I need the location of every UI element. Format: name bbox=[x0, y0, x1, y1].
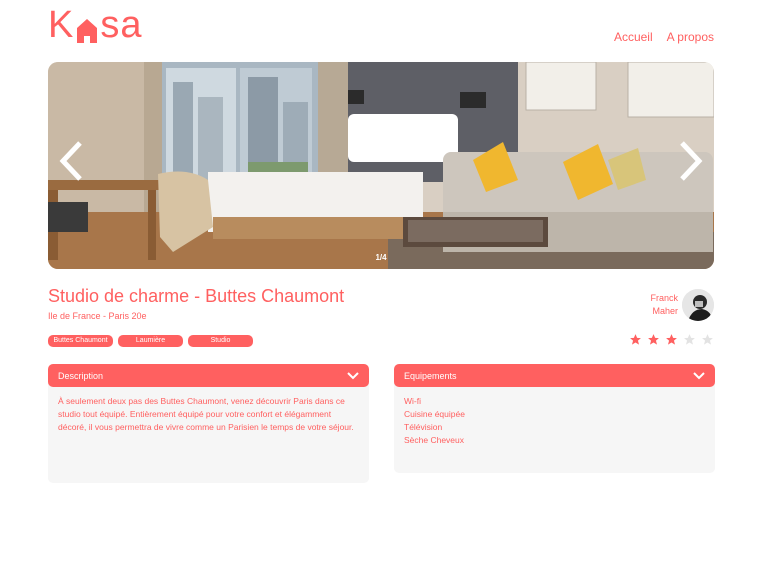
equipment-item: Télévision bbox=[404, 422, 443, 432]
photo-gallery: 1/4 bbox=[48, 62, 714, 269]
main-nav: Accueil A propos bbox=[614, 30, 714, 44]
rating-stars bbox=[629, 333, 714, 346]
chevron-down-icon[interactable] bbox=[693, 371, 705, 380]
slide-counter: 1/4 bbox=[375, 253, 387, 262]
description-text: À seulement deux pas des Buttes Chaumont… bbox=[58, 396, 354, 432]
host-avatar bbox=[682, 289, 714, 321]
tag: Studio bbox=[188, 335, 253, 347]
apartment-photo bbox=[48, 62, 714, 269]
equipments-label: Equipements bbox=[404, 370, 457, 381]
description-toggle[interactable]: Description bbox=[48, 364, 369, 387]
description-body: À seulement deux pas des Buttes Chaumont… bbox=[48, 383, 369, 483]
tag: Buttes Chaumont bbox=[48, 335, 113, 347]
equipment-item: Sèche Cheveux bbox=[404, 435, 465, 445]
house-icon bbox=[77, 19, 98, 43]
host-info: Franck Maher bbox=[650, 289, 714, 321]
equipments-list: Wi-fi Cuisine équipée Télévision Sèche C… bbox=[404, 395, 705, 447]
tag: Laumière bbox=[118, 335, 183, 347]
host-first-name: Franck bbox=[650, 293, 678, 303]
equipments-body: Wi-fi Cuisine équipée Télévision Sèche C… bbox=[394, 383, 715, 473]
chevron-down-icon[interactable] bbox=[347, 371, 359, 380]
next-arrow-icon[interactable] bbox=[678, 140, 704, 182]
equipment-item: Wi-fi bbox=[404, 396, 421, 406]
listing-location: Ile de France - Paris 20e bbox=[48, 311, 147, 321]
listing-title: Studio de charme - Buttes Chaumont bbox=[48, 286, 345, 306]
description-label: Description bbox=[58, 370, 104, 381]
star-empty-icon bbox=[702, 334, 713, 345]
nav-link-home[interactable]: Accueil bbox=[614, 30, 653, 44]
star-filled-icon bbox=[648, 334, 659, 345]
kasa-logo[interactable]: K sa bbox=[48, 4, 143, 44]
logo-letter-k: K bbox=[48, 4, 75, 46]
host-last-name: Maher bbox=[652, 306, 678, 316]
star-filled-icon bbox=[666, 334, 677, 345]
avatar-photo bbox=[682, 289, 714, 321]
description-collapse: Description À seulement deux pas des But… bbox=[48, 364, 369, 483]
host-name: Franck Maher bbox=[650, 292, 678, 318]
star-filled-icon bbox=[630, 334, 641, 345]
previous-arrow-icon[interactable] bbox=[58, 140, 84, 182]
star-empty-icon bbox=[684, 334, 695, 345]
nav-link-about[interactable]: A propos bbox=[667, 30, 714, 44]
tag-list: Buttes Chaumont Laumière Studio bbox=[48, 335, 253, 347]
equipments-collapse: Equipements Wi-fi Cuisine équipée Télévi… bbox=[394, 364, 715, 473]
logo-letters-sa: sa bbox=[100, 4, 143, 46]
equipment-item: Cuisine équipée bbox=[404, 409, 465, 419]
equipments-toggle[interactable]: Equipements bbox=[394, 364, 715, 387]
